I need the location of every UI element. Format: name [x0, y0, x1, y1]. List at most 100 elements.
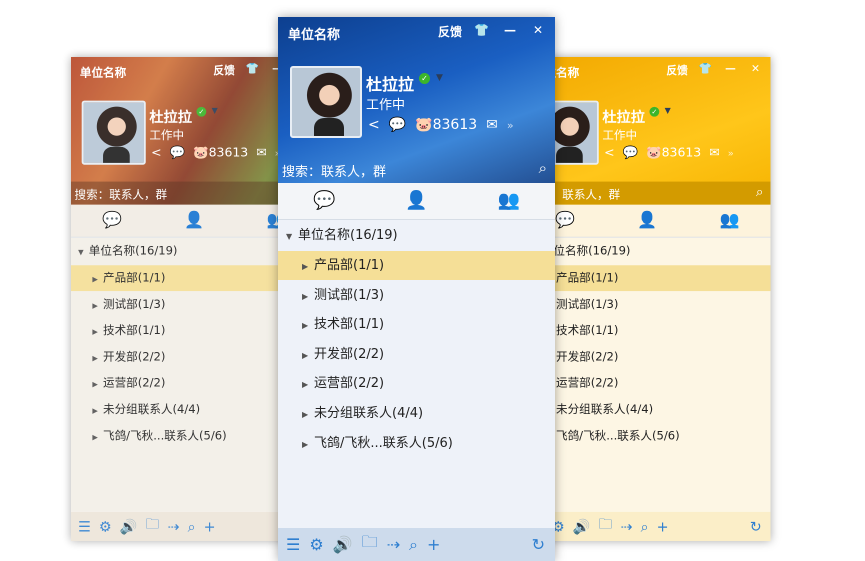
- folder-icon[interactable]: 🗀: [145, 514, 159, 538]
- online-status-icon: ✓: [196, 106, 207, 117]
- tree-root[interactable]: ▼ 单位名称(16/19): [278, 221, 555, 250]
- piggy-bank-icon[interactable]: 🐷83613: [415, 117, 477, 133]
- group-row[interactable]: ▶运营部(2/2): [278, 369, 555, 398]
- group-label: 技术部(1/1): [314, 317, 385, 333]
- menu-icon[interactable]: ☰: [78, 518, 91, 535]
- status-dropdown-icon[interactable]: ▼: [212, 107, 218, 116]
- tab-groups[interactable]: 👥: [688, 205, 770, 237]
- caret-down-icon: ▼: [286, 232, 293, 241]
- tab-contacts[interactable]: 👤: [153, 205, 235, 237]
- search-icon[interactable]: ⌕: [409, 535, 418, 555]
- group-row[interactable]: ▶测试部(1/3): [278, 281, 555, 310]
- search-input[interactable]: 搜索：联系人，群 ⌕: [524, 181, 771, 205]
- mail-icon[interactable]: ✉: [256, 146, 266, 160]
- search-icon[interactable]: ⌕: [756, 183, 763, 199]
- chat-bubbles-icon[interactable]: 💬: [623, 146, 639, 160]
- shirt-icon[interactable]: 👕: [474, 23, 489, 37]
- folder-icon[interactable]: 🗀: [362, 531, 378, 558]
- group-row[interactable]: ▶开发部(2/2): [278, 340, 555, 369]
- tab-contacts[interactable]: 👤: [370, 183, 462, 219]
- feedback-button[interactable]: 反馈: [213, 62, 234, 77]
- refresh-icon[interactable]: ↻: [750, 518, 762, 535]
- folder-icon[interactable]: 🗀: [598, 514, 612, 538]
- transfer-contact-icon[interactable]: ⇢: [621, 518, 633, 535]
- tab-groups[interactable]: 👥: [463, 183, 555, 219]
- gear-icon[interactable]: ⚙: [309, 535, 323, 554]
- user-status: 工作中: [149, 129, 185, 143]
- piggy-bank-icon[interactable]: 🐷83613: [646, 146, 701, 160]
- app-window-blue-skin: 单位名称 反馈 👕 — ✕ 杜拉拉 ✓ ▼ 工作中 < 💬 🐷83613 ✉ »…: [278, 17, 555, 561]
- feedback-button[interactable]: 反馈: [438, 23, 462, 40]
- speaker-icon[interactable]: 🔊: [120, 518, 138, 535]
- avatar[interactable]: [290, 66, 362, 138]
- online-status-icon: ✓: [419, 73, 430, 84]
- avatar[interactable]: [81, 100, 146, 165]
- group-label: 飞鸽/飞秋...联系人(5/6): [103, 429, 227, 443]
- transfer-contact-icon[interactable]: ⇢: [168, 518, 180, 535]
- more-icon[interactable]: »: [507, 119, 514, 132]
- piggy-bank-icon[interactable]: 🐷83613: [193, 146, 248, 160]
- menu-icon[interactable]: ☰: [286, 535, 300, 554]
- status-dropdown-icon[interactable]: ▼: [436, 73, 443, 83]
- people-icon: 👥: [497, 190, 521, 211]
- add-icon[interactable]: +: [427, 535, 440, 554]
- search-icon[interactable]: ⌕: [641, 518, 649, 536]
- group-row[interactable]: ▶技术部(1/1): [524, 318, 771, 344]
- transfer-contact-icon[interactable]: ⇢: [387, 535, 400, 554]
- search-input[interactable]: 搜索：联系人，群 ⌕: [278, 157, 555, 183]
- tab-recent-chats[interactable]: 💬: [71, 205, 153, 237]
- user-name: 杜拉拉: [366, 75, 415, 94]
- status-dropdown-icon[interactable]: ▼: [665, 107, 671, 116]
- shirt-icon[interactable]: 👕: [698, 62, 711, 74]
- share-icon[interactable]: <: [368, 117, 380, 133]
- group-row[interactable]: ▶未分组联系人(4/4): [278, 399, 555, 428]
- search-icon[interactable]: ⌕: [539, 159, 547, 177]
- header: 单位名称 反馈 👕 — ✕ 杜拉拉 ✓ ▼ 工作中 < 💬 🐷83613 ✉ »…: [278, 17, 555, 183]
- search-icon[interactable]: ⌕: [188, 518, 196, 536]
- group-row[interactable]: ▶飞鸽/飞秋...联系人(5/6): [278, 429, 555, 458]
- shirt-icon[interactable]: 👕: [245, 62, 258, 74]
- share-icon[interactable]: <: [604, 146, 614, 160]
- group-label: 运营部(2/2): [103, 376, 166, 391]
- share-icon[interactable]: <: [151, 146, 161, 160]
- header: 单位名称 反馈 👕 — ✕ 杜拉拉 ✓ ▼ 工作中 < 💬 🐷83613 ✉ »…: [524, 57, 771, 205]
- gear-icon[interactable]: ⚙: [99, 518, 112, 535]
- minimize-button[interactable]: —: [504, 23, 516, 37]
- group-label: 开发部(2/2): [103, 350, 166, 364]
- group-row[interactable]: ▶产品部(1/1): [278, 251, 555, 280]
- person-icon: 👤: [405, 190, 428, 211]
- search-placeholder: 搜索：联系人，群: [74, 188, 168, 203]
- speaker-icon[interactable]: 🔊: [573, 518, 591, 535]
- tree-root-label: 单位名称(16/19): [88, 244, 178, 259]
- bottom-toolbar: ☰ ⚙ 🔊 🗀 ⇢ ⌕ + ↻: [278, 528, 555, 561]
- group-row[interactable]: ▶产品部(1/1): [524, 265, 771, 292]
- group-row[interactable]: ▶飞鸽/飞秋...联系人(5/6): [524, 423, 771, 449]
- chat-bubbles-icon[interactable]: 💬: [170, 146, 186, 160]
- group-row[interactable]: ▶未分组联系人(4/4): [524, 397, 771, 423]
- add-icon[interactable]: +: [204, 518, 216, 535]
- close-button[interactable]: ✕: [751, 62, 760, 74]
- group-label: 产品部(1/1): [556, 271, 619, 285]
- more-icon[interactable]: »: [728, 147, 734, 159]
- group-row[interactable]: ▶运营部(2/2): [524, 371, 771, 397]
- group-row[interactable]: ▶技术部(1/1): [278, 310, 555, 339]
- group-label: 飞鸽/飞秋...联系人(5/6): [314, 435, 453, 451]
- chat-bubbles-icon[interactable]: 💬: [389, 117, 406, 133]
- group-row[interactable]: ▶测试部(1/3): [524, 292, 771, 318]
- mail-icon[interactable]: ✉: [709, 146, 719, 160]
- user-name: 杜拉拉: [149, 108, 193, 126]
- speaker-icon[interactable]: 🔊: [333, 535, 353, 554]
- add-icon[interactable]: +: [657, 518, 669, 535]
- group-row[interactable]: ▶开发部(2/2): [524, 344, 771, 370]
- tree-root-label: 单位名称(16/19): [298, 228, 398, 243]
- mail-icon[interactable]: ✉: [486, 117, 498, 133]
- close-button[interactable]: ✕: [533, 23, 543, 37]
- tab-contacts[interactable]: 👤: [606, 205, 688, 237]
- minimize-button[interactable]: —: [725, 62, 736, 74]
- refresh-icon[interactable]: ↻: [532, 535, 545, 554]
- tab-recent-chats[interactable]: 💬: [278, 183, 370, 219]
- feedback-button[interactable]: 反馈: [666, 62, 687, 77]
- user-name: 杜拉拉: [602, 108, 646, 126]
- tree-root[interactable]: ▼单位名称(16/19): [524, 239, 771, 265]
- group-label: 未分组联系人(4/4): [103, 403, 201, 417]
